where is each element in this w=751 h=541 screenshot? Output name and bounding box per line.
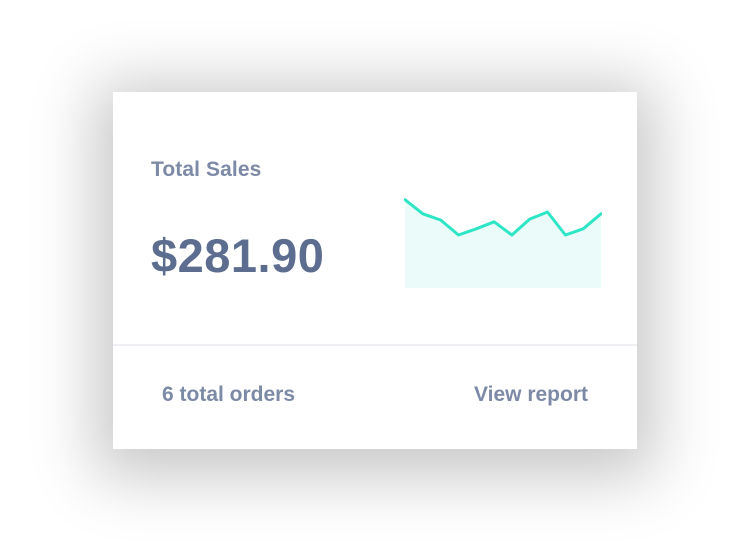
sales-sparkline xyxy=(404,198,602,288)
view-report-link[interactable]: View report xyxy=(474,383,588,407)
total-orders-label: 6 total orders xyxy=(162,383,296,406)
card-summary: Total Sales $281.90 xyxy=(113,92,637,344)
total-sales-card: Total Sales $281.90 6 total orders View … xyxy=(113,92,637,449)
card-divider xyxy=(113,344,637,346)
sparkline-area xyxy=(405,199,601,288)
sales-amount: $281.90 xyxy=(151,229,325,282)
card-title: Total Sales xyxy=(151,158,262,181)
